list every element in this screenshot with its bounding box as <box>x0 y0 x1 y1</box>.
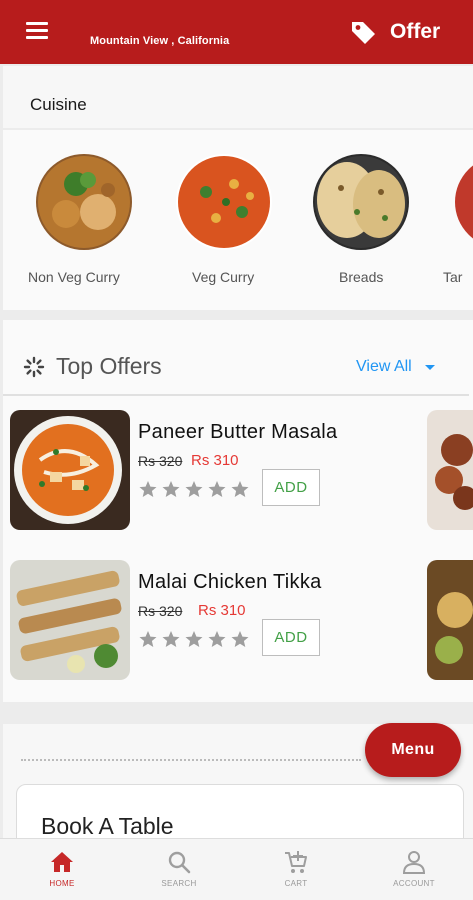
star-icon <box>231 481 249 497</box>
offer-button[interactable]: Offer <box>390 20 440 44</box>
search-icon <box>168 851 191 874</box>
cuisine-item-breads[interactable]: Breads <box>313 154 453 294</box>
divider <box>3 394 469 396</box>
offer-card-malai-chicken-tikka[interactable]: Malai Chicken Tikka Rs 320 Rs 310 ADD <box>10 560 430 682</box>
nav-item-search[interactable]: SEARCH <box>139 849 219 897</box>
malai-chicken-tikka-image <box>10 560 130 680</box>
account-icon <box>402 851 426 874</box>
discounted-price: Rs 310 <box>191 452 239 469</box>
loading-spinner-icon <box>23 356 45 378</box>
nav-item-account[interactable]: ACCOUNT <box>374 849 454 897</box>
star-icon <box>208 631 226 647</box>
dotted-divider <box>21 759 361 761</box>
star-icon <box>208 481 226 497</box>
discounted-price: Rs 310 <box>198 602 246 619</box>
bottom-navigation: HOME SEARCH CART ACCOUNT <box>0 838 473 900</box>
view-all-link[interactable]: View All <box>356 358 412 376</box>
menu-fab-button[interactable]: Menu <box>365 723 461 777</box>
star-icon <box>139 631 157 647</box>
tag-icon[interactable] <box>349 18 377 46</box>
dish-name: Paneer Butter Masala <box>138 421 338 443</box>
paneer-butter-masala-image <box>10 410 130 530</box>
rating-stars <box>138 629 253 649</box>
nav-item-cart[interactable]: CART <box>256 849 336 897</box>
non-veg-curry-image <box>36 154 132 250</box>
add-to-cart-button[interactable]: ADD <box>262 469 320 506</box>
cuisine-label: Breads <box>339 269 384 285</box>
next-offer-image[interactable] <box>427 560 473 680</box>
home-icon <box>51 852 73 872</box>
cuisine-item-tandoori[interactable]: Tar <box>443 154 473 294</box>
rating-stars <box>138 479 253 499</box>
top-offers-section: Top Offers View All Paneer Butter Masala… <box>3 320 473 702</box>
app-bar: Mountain View , California Offer <box>0 0 473 64</box>
cuisine-item-non-veg-curry[interactable]: Non Veg Curry <box>28 154 176 294</box>
star-icon <box>231 631 249 647</box>
offer-card-paneer-butter-masala[interactable]: Paneer Butter Masala Rs 320 Rs 310 ADD <box>10 410 430 532</box>
cuisine-title: Cuisine <box>30 95 87 114</box>
breads-image <box>313 154 409 250</box>
cuisine-item-veg-curry[interactable]: Veg Curry <box>176 154 316 294</box>
nav-item-home[interactable]: HOME <box>22 849 102 897</box>
nav-label: CART <box>284 879 308 888</box>
cuisine-label: Tar <box>443 269 463 285</box>
original-price: Rs 320 <box>138 603 183 619</box>
star-icon <box>162 631 180 647</box>
next-offer-image[interactable] <box>427 410 473 530</box>
nav-label: SEARCH <box>161 879 197 888</box>
veg-curry-image <box>176 154 272 250</box>
cart-icon <box>285 851 307 873</box>
original-price: Rs 320 <box>138 453 183 469</box>
location-label[interactable]: Mountain View , California <box>90 35 229 47</box>
nav-label: HOME <box>49 879 75 888</box>
dish-name: Malai Chicken Tikka <box>138 571 322 593</box>
star-icon <box>139 481 157 497</box>
star-icon <box>185 481 203 497</box>
cuisine-carousel[interactable]: Non Veg Curry Veg Curry Breads Tar <box>3 130 473 310</box>
menu-icon[interactable] <box>26 22 48 40</box>
star-icon <box>185 631 203 647</box>
cuisine-section-header: Cuisine <box>3 66 473 128</box>
tandoori-image <box>455 165 473 239</box>
book-table-title: Book A Table <box>41 813 174 839</box>
add-to-cart-button[interactable]: ADD <box>262 619 320 656</box>
nav-label: ACCOUNT <box>393 879 435 888</box>
star-icon <box>162 481 180 497</box>
caret-down-icon[interactable] <box>423 360 437 374</box>
cuisine-label: Non Veg Curry <box>28 269 120 285</box>
cuisine-label: Veg Curry <box>192 269 255 285</box>
top-offers-title: Top Offers <box>56 353 162 379</box>
